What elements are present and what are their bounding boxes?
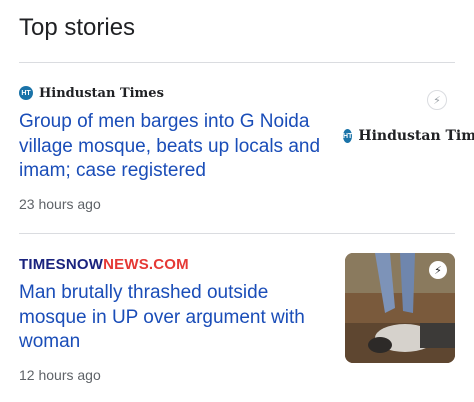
story-card[interactable]: HT Hindustan Times Group of men barges i… <box>19 82 455 212</box>
source-name-part2: NEWS.COM <box>103 255 189 273</box>
divider <box>19 233 455 234</box>
story-headline[interactable]: Group of men barges into G Noida village… <box>19 110 329 184</box>
thumbnail-logo-icon: HT <box>343 129 353 143</box>
amp-bolt-icon: ⚡ <box>429 261 447 279</box>
thumbnail-text: Hindustan Tim <box>358 128 474 144</box>
story-thumbnail[interactable]: HT Hindustan Tim <box>343 128 474 144</box>
story-time: 12 hours ago <box>19 366 101 383</box>
story-source: HT Hindustan Times <box>19 82 455 104</box>
source-logo-icon: HT <box>19 86 33 100</box>
section-title: Top stories <box>19 14 136 41</box>
amp-bolt-icon: ⚡ <box>427 90 447 110</box>
story-time: 23 hours ago <box>19 195 101 212</box>
source-name: Hindustan Times <box>39 85 164 101</box>
source-name-part1: TIMESNOW <box>19 255 104 273</box>
divider <box>19 62 455 63</box>
story-headline[interactable]: Man brutally thrashed outside mosque in … <box>19 281 329 355</box>
story-thumbnail[interactable]: ⚡ <box>345 253 455 363</box>
